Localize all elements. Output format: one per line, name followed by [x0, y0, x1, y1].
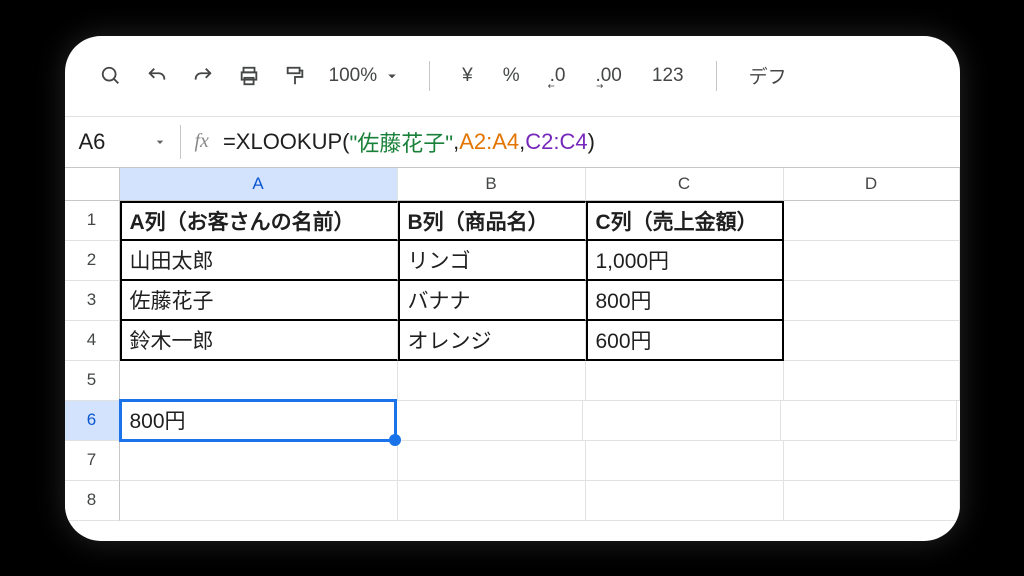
- search-icon[interactable]: [93, 58, 129, 94]
- cell-selected[interactable]: 800円: [119, 399, 397, 442]
- decrease-decimal-button[interactable]: .0: [540, 65, 576, 87]
- paint-format-icon[interactable]: [277, 58, 313, 94]
- toolbar-divider: [429, 61, 430, 91]
- cell[interactable]: 鈴木一郎: [120, 321, 398, 361]
- formula-part: =XLOOKUP(: [223, 129, 350, 155]
- table-row: 800円: [120, 401, 960, 441]
- row-header[interactable]: 7: [65, 441, 120, 481]
- row-header[interactable]: 8: [65, 481, 120, 521]
- number-format-button[interactable]: 123: [642, 65, 694, 87]
- cell[interactable]: [784, 281, 960, 321]
- row-header[interactable]: 3: [65, 281, 120, 321]
- cell[interactable]: [784, 201, 960, 241]
- cell[interactable]: オレンジ: [398, 321, 586, 361]
- cell[interactable]: [784, 481, 960, 521]
- zoom-dropdown[interactable]: 100%: [329, 65, 402, 87]
- toolbar: 100% ¥ % .0 .00 123 デフ: [65, 36, 960, 116]
- table-row: 鈴木一郎 オレンジ 600円: [120, 321, 960, 361]
- row-header[interactable]: 6: [65, 401, 120, 441]
- cell[interactable]: [586, 481, 784, 521]
- cell[interactable]: [583, 401, 781, 441]
- row-header[interactable]: 4: [65, 321, 120, 361]
- cell[interactable]: [120, 481, 398, 521]
- cell[interactable]: B列（商品名）: [398, 201, 586, 241]
- cell[interactable]: [398, 441, 586, 481]
- cell[interactable]: C列（売上金額）: [586, 201, 784, 241]
- formula-input[interactable]: =XLOOKUP( "佐藤花子" , A2:A4 , C2:C4 ): [223, 126, 595, 158]
- cell[interactable]: [398, 481, 586, 521]
- formula-part: A2:A4: [459, 129, 519, 155]
- increase-decimal-button[interactable]: .00: [585, 65, 631, 87]
- select-all-corner[interactable]: [65, 168, 120, 201]
- cell[interactable]: [120, 361, 398, 401]
- column-header[interactable]: B: [398, 168, 586, 201]
- arrow-left-icon: [544, 81, 558, 91]
- cell[interactable]: [784, 361, 960, 401]
- cell[interactable]: [586, 361, 784, 401]
- cell[interactable]: [120, 441, 398, 481]
- arrow-right-icon: [593, 81, 607, 91]
- table-row: [120, 481, 960, 521]
- redo-icon[interactable]: [185, 58, 221, 94]
- row-header[interactable]: 5: [65, 361, 120, 401]
- row-header[interactable]: 1: [65, 201, 120, 241]
- formula-part: ): [588, 129, 595, 155]
- column-header[interactable]: D: [784, 168, 960, 201]
- font-dropdown[interactable]: デフ: [739, 62, 797, 89]
- fx-icon: fx: [181, 130, 223, 153]
- cell[interactable]: [784, 241, 960, 281]
- cell[interactable]: [784, 441, 960, 481]
- column-header[interactable]: C: [586, 168, 784, 201]
- cell[interactable]: 山田太郎: [120, 241, 398, 281]
- row-header[interactable]: 2: [65, 241, 120, 281]
- undo-icon[interactable]: [139, 58, 175, 94]
- table-row: [120, 441, 960, 481]
- cell[interactable]: A列（お客さんの名前）: [120, 201, 398, 241]
- column-header-row: A B C D: [120, 168, 960, 201]
- selection-handle[interactable]: [389, 434, 401, 446]
- zoom-value: 100%: [329, 65, 378, 87]
- name-box[interactable]: A6: [65, 129, 180, 155]
- cell[interactable]: [395, 401, 583, 441]
- table-row: 山田太郎 リンゴ 1,000円: [120, 241, 960, 281]
- spreadsheet-window: 100% ¥ % .0 .00 123 デフ A6 fx =XLOOKUP( "…: [65, 36, 960, 541]
- percent-format-button[interactable]: %: [493, 65, 530, 87]
- cell[interactable]: リンゴ: [398, 241, 586, 281]
- cell[interactable]: [398, 361, 586, 401]
- sheet-body: A B C D A列（お客さんの名前） B列（商品名） C列（売上金額） 山田太…: [120, 168, 960, 541]
- table-row: A列（お客さんの名前） B列（商品名） C列（売上金額）: [120, 201, 960, 241]
- table-row: [120, 361, 960, 401]
- chevron-down-icon: [383, 67, 401, 85]
- row-header-column: 1 2 3 4 5 6 7 8: [65, 168, 120, 541]
- toolbar-divider: [716, 61, 717, 91]
- chevron-down-icon: [152, 134, 168, 150]
- formula-part: "佐藤花子": [349, 126, 453, 158]
- formula-bar-row: A6 fx =XLOOKUP( "佐藤花子" , A2:A4 , C2:C4 ): [65, 116, 960, 168]
- table-row: 佐藤花子 バナナ 800円: [120, 281, 960, 321]
- currency-format-button[interactable]: ¥: [452, 65, 483, 87]
- cell[interactable]: バナナ: [398, 281, 586, 321]
- cell[interactable]: [784, 321, 960, 361]
- cell[interactable]: 佐藤花子: [120, 281, 398, 321]
- cell[interactable]: 800円: [586, 281, 784, 321]
- cell[interactable]: [781, 401, 957, 441]
- column-header[interactable]: A: [120, 168, 398, 201]
- formula-part: C2:C4: [525, 129, 587, 155]
- spreadsheet-grid: 1 2 3 4 5 6 7 8 A B C D A列（お客さんの名前） B列（商…: [65, 168, 960, 541]
- print-icon[interactable]: [231, 58, 267, 94]
- cell[interactable]: 1,000円: [586, 241, 784, 281]
- cell[interactable]: 600円: [586, 321, 784, 361]
- cell[interactable]: [586, 441, 784, 481]
- name-box-value: A6: [79, 129, 106, 155]
